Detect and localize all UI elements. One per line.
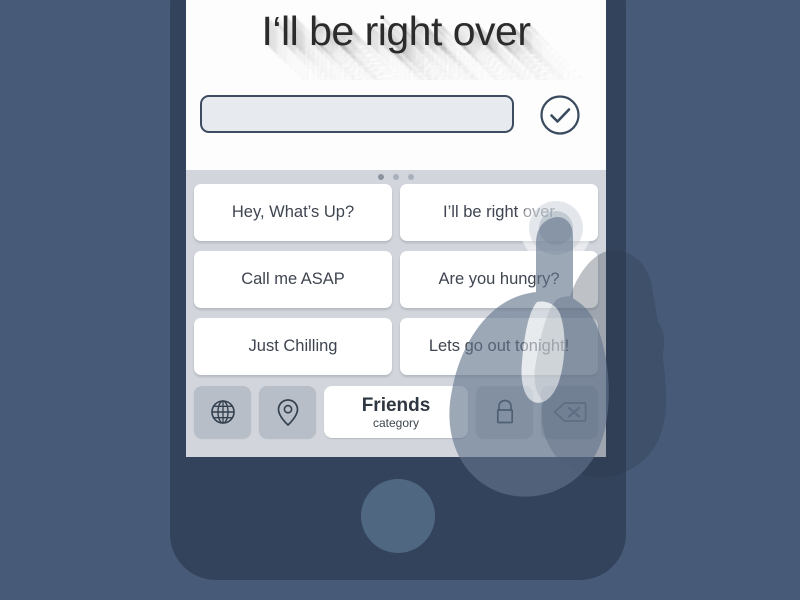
bottom-toolbar: Friends category [194, 384, 598, 440]
suggestion-button-4[interactable]: Are you hungry? [400, 251, 598, 308]
suggestion-button-2[interactable]: I’ll be right over [400, 184, 598, 241]
keyboard-panel: Hey, What’s Up? I’ll be right over Call … [186, 170, 606, 457]
category-sublabel: category [372, 415, 420, 430]
backspace-icon [553, 399, 587, 425]
lock-button[interactable] [476, 386, 533, 438]
globe-icon [208, 397, 238, 427]
header-area: I‘ll be right over [186, 0, 606, 170]
message-input[interactable] [200, 95, 514, 133]
check-circle-icon [539, 94, 581, 136]
map-pin-icon [273, 396, 303, 428]
suggestion-button-3[interactable]: Call me ASAP [194, 251, 392, 308]
page-dot-3[interactable] [408, 174, 414, 180]
screenshot-stage: I‘ll be right over Hey, What’s Up? I’ll … [0, 0, 800, 600]
backspace-button[interactable] [541, 386, 598, 438]
suggestion-button-6[interactable]: Lets go out tonight! [400, 318, 598, 375]
home-button[interactable] [361, 479, 435, 553]
page-indicator[interactable] [186, 170, 606, 184]
suggestion-grid: Hey, What’s Up? I’ll be right over Call … [194, 184, 598, 375]
suggestion-button-5[interactable]: Just Chilling [194, 318, 392, 375]
compose-row [186, 88, 606, 150]
category-name: Friends [361, 394, 431, 416]
location-button[interactable] [259, 386, 316, 438]
page-dot-2[interactable] [393, 174, 399, 180]
lock-icon [491, 396, 519, 428]
globe-button[interactable] [194, 386, 251, 438]
title-wrap: I‘ll be right over [186, 0, 606, 80]
page-dot-1[interactable] [378, 174, 384, 180]
send-button[interactable] [539, 94, 581, 136]
suggestion-button-1[interactable]: Hey, What’s Up? [194, 184, 392, 241]
page-title: I‘ll be right over [261, 8, 531, 54]
phone-screen: I‘ll be right over Hey, What’s Up? I’ll … [186, 0, 606, 457]
category-button[interactable]: Friends category [324, 386, 468, 438]
